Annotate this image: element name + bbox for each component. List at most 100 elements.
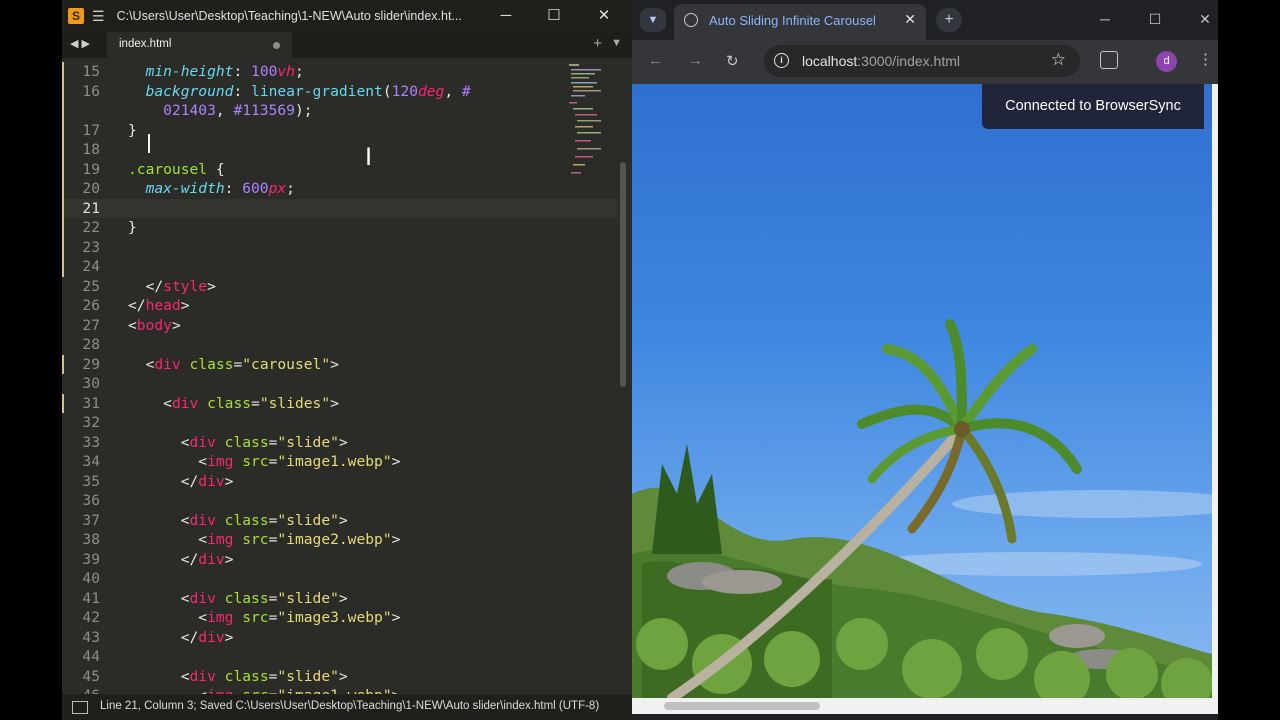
reload-icon[interactable]: ↻ <box>726 52 739 70</box>
page-vertical-scrollbar[interactable] <box>1212 84 1218 714</box>
line-number: 36 <box>82 492 100 509</box>
line-number: 40 <box>82 570 100 587</box>
kebab-menu-icon[interactable]: ⋮ <box>1198 50 1213 68</box>
maximize-icon[interactable]: ☐ <box>530 0 578 32</box>
forward-arrow-icon[interactable]: → <box>688 52 703 69</box>
panel-toggle-icon[interactable] <box>72 701 88 714</box>
code-line[interactable]: 34 <img src="image1.webp"> <box>62 452 617 472</box>
browser-tab-active[interactable]: Auto Sliding Infinite Carousel ✕ <box>674 4 926 40</box>
line-number: 43 <box>82 628 100 646</box>
window-title-path: C:\Users\User\Desktop\Teaching\1-NEW\Aut… <box>116 9 462 23</box>
code-text: max-width: 600px; <box>145 180 295 197</box>
code-line[interactable]: 30 <box>62 374 617 394</box>
maximize-icon[interactable]: ☐ <box>1130 0 1180 38</box>
code-text: <div class="slide"> <box>128 433 348 451</box>
code-line[interactable]: 42 <img src="image3.webp"> <box>62 608 617 628</box>
code-line[interactable]: 15 min-height: 100vh; <box>62 62 617 82</box>
code-text: min-height: 100vh; <box>145 63 304 80</box>
tab-close-icon[interactable]: ✕ <box>904 11 916 28</box>
line-number: 18 <box>82 141 100 158</box>
code-line[interactable]: 27 <body> <box>62 316 617 336</box>
tab-search-chevron-icon[interactable]: ▼ <box>640 8 666 32</box>
code-line[interactable]: 35 </div> <box>62 472 617 492</box>
line-number: 37 <box>82 511 100 529</box>
line-number: 32 <box>82 414 100 431</box>
new-tab-plus-icon[interactable]: + <box>593 35 602 52</box>
code-area[interactable]: 15 min-height: 100vh; 16 background: line… <box>62 62 617 694</box>
editor-status-bar: Line 21, Column 3; Saved C:\Users\User\D… <box>62 694 632 720</box>
code-line[interactable]: 021403, #113569); <box>62 101 617 121</box>
code-line[interactable]: 26 </head> <box>62 296 617 316</box>
globe-icon <box>684 13 698 27</box>
code-line[interactable]: 45 <div class="slide"> <box>62 667 617 687</box>
code-text: <div class="carousel"> <box>128 355 339 373</box>
site-info-icon[interactable]: i <box>774 53 789 68</box>
address-bar[interactable]: i localhost:3000/index.html ☆ <box>764 45 1080 77</box>
star-icon[interactable]: ☆ <box>1051 50 1066 70</box>
line-number: 20 <box>82 180 100 197</box>
code-text: <body> <box>128 316 181 334</box>
minimize-icon[interactable]: ─ <box>1080 0 1130 38</box>
code-line[interactable]: 44 <box>62 647 617 667</box>
editor-scroll-thumb[interactable] <box>620 162 626 387</box>
line-number: 24 <box>82 258 100 275</box>
minimize-icon[interactable]: ─ <box>482 0 530 32</box>
code-line[interactable]: 24 <box>62 257 617 277</box>
ibeam-cursor-icon: I <box>365 143 373 171</box>
code-line[interactable]: 29 <div class="carousel"> <box>62 354 617 374</box>
unsaved-dot-icon[interactable] <box>273 42 280 49</box>
new-tab-plus-icon[interactable]: + <box>936 8 962 32</box>
code-line[interactable]: 22} <box>62 218 617 238</box>
tab-list-chevron-icon[interactable]: ▼ <box>611 37 622 49</box>
code-line[interactable]: 37 <div class="slide"> <box>62 511 617 531</box>
page-viewport: Connected to BrowserSync <box>632 84 1212 698</box>
close-icon[interactable]: ✕ <box>1180 0 1230 38</box>
code-line[interactable]: 46 <img src="image1.webp"> <box>62 686 617 694</box>
code-text: </style> <box>128 277 216 295</box>
page-horizontal-scrollbar[interactable] <box>632 698 1212 714</box>
code-line[interactable]: 31 <div class="slides"> <box>62 393 617 413</box>
code-line[interactable]: 16 background: linear-gradient(120deg, # <box>62 81 617 101</box>
tab-nav-arrows-icon[interactable]: ◀▶ <box>70 37 93 50</box>
code-text: </div> <box>128 472 234 490</box>
code-line[interactable]: 25 </style> <box>62 277 617 297</box>
avatar[interactable]: d <box>1156 51 1177 72</box>
carousel-slide-image <box>632 319 1212 698</box>
code-line[interactable]: 33 <div class="slide"> <box>62 433 617 453</box>
editor-titlebar: S ☰ C:\Users\User\Desktop\Teaching\1-NEW… <box>62 0 632 32</box>
code-text: } <box>128 121 137 139</box>
code-line[interactable]: 23 <box>62 237 617 257</box>
tab-label: index.html <box>119 38 172 50</box>
code-line[interactable]: 28 <box>62 335 617 355</box>
hamburger-icon[interactable]: ☰ <box>92 8 105 25</box>
browser-tab-title: Auto Sliding Infinite Carousel <box>709 13 876 28</box>
code-line[interactable]: 17} <box>62 120 617 140</box>
minimap[interactable] <box>569 62 611 182</box>
code-text: <div class="slide"> <box>128 511 348 529</box>
code-line[interactable]: 40 <box>62 569 617 589</box>
tab-index-html[interactable]: index.html <box>107 32 292 58</box>
line-number: 29 <box>82 355 100 373</box>
line-number: 45 <box>82 667 100 685</box>
code-line[interactable]: 38 <img src="image2.webp"> <box>62 530 617 550</box>
code-line[interactable]: 43 </div> <box>62 628 617 648</box>
line-number: 21 <box>82 199 100 217</box>
code-line[interactable]: 21 <box>62 198 617 218</box>
code-line[interactable]: 36 <box>62 491 617 511</box>
code-line[interactable]: 39 </div> <box>62 550 617 570</box>
close-icon[interactable]: ✕ <box>580 0 628 32</box>
browser-toolbar: ← → ↻ i localhost:3000/index.html ☆ d ⋮ <box>632 40 1218 84</box>
horizontal-scroll-thumb[interactable] <box>664 702 820 710</box>
sublime-logo-icon: S <box>68 8 84 24</box>
code-text: <div class="slides"> <box>128 394 339 412</box>
code-text: <img src="image3.webp"> <box>128 609 401 626</box>
code-line[interactable]: 20 max-width: 600px; <box>62 179 617 199</box>
code-line[interactable]: 32 <box>62 413 617 433</box>
url-host: localhost <box>802 53 858 69</box>
back-arrow-icon[interactable]: ← <box>648 52 663 69</box>
code-line[interactable]: 41 <div class="slide"> <box>62 589 617 609</box>
code-line[interactable]: 19 .carousel { <box>62 159 617 179</box>
code-line[interactable]: 18 <box>62 140 617 160</box>
puzzle-icon[interactable] <box>1100 51 1118 69</box>
editor-scrollbar[interactable] <box>618 62 628 694</box>
